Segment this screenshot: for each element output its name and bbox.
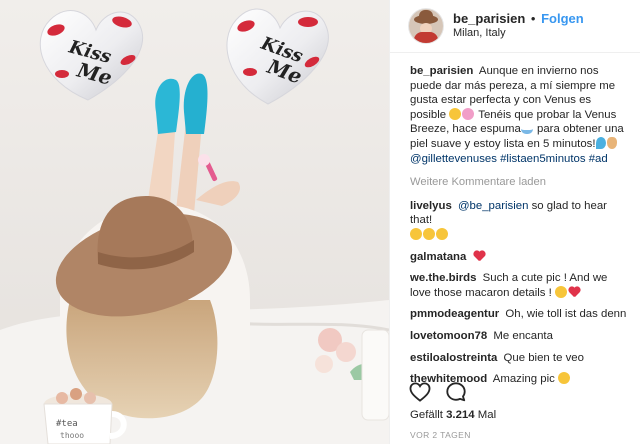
comment-item: galmatana — [410, 250, 630, 265]
caption-hashtags[interactable]: @gillettevenuses #listaen5minutos #ad — [410, 153, 608, 165]
header-username[interactable]: be_parisien — [453, 11, 525, 26]
post-header: be_parisien • Folgen Milan, Italy — [390, 0, 640, 53]
flower-emoji-icon — [462, 107, 475, 120]
avatar[interactable] — [409, 9, 443, 43]
water-drops-emoji-icon — [595, 136, 606, 149]
red-heart-emoji-icon — [568, 287, 581, 298]
comment-text: Oh, wie toll ist das denn — [505, 308, 627, 321]
wink-emoji-icon — [555, 285, 567, 298]
svg-text:#tea: #tea — [56, 419, 78, 429]
likes-count[interactable]: Gefällt 3.214 Mal — [410, 409, 496, 421]
comment-username[interactable]: livelyus — [410, 200, 452, 212]
heart-eyes-emoji-icon — [436, 227, 448, 240]
separator-dot: • — [530, 11, 536, 26]
comment-username[interactable]: we.the.birds — [410, 272, 476, 284]
comment-item: estiloalostreinta Que bien te veo — [410, 351, 630, 366]
comment-item: lovetomoon78 Me encanta — [410, 329, 630, 344]
comment-text: Amazing pic — [492, 373, 555, 386]
comment-item: livelyus @be_parisien so glad to hear th… — [410, 199, 630, 243]
comment-bubble-icon[interactable] — [445, 381, 467, 403]
post-timestamp: VOR 2 TAGEN — [410, 430, 471, 440]
heart-eyes-emoji-icon — [423, 227, 435, 240]
comments-list: be_parisien Aunque en invierno nos puede… — [410, 64, 630, 394]
location-link[interactable]: Milan, Italy — [453, 26, 584, 41]
comment-text: Que bien te veo — [503, 351, 584, 364]
post-photo-illustration: Kiss Me Kiss Me #tea thooo — [0, 0, 389, 444]
comment-text: Me encanta — [493, 329, 553, 342]
bathtub-emoji-icon — [520, 126, 533, 135]
post-actions — [409, 380, 467, 404]
caption-username[interactable]: be_parisien — [410, 65, 473, 77]
smile-emoji-icon — [557, 372, 570, 385]
heart-outline-icon[interactable] — [409, 382, 431, 402]
post-photo[interactable]: Kiss Me Kiss Me #tea thooo — [0, 0, 389, 444]
smile-emoji-icon — [449, 107, 462, 120]
ok-hand-emoji-icon — [606, 136, 617, 149]
red-heart-emoji-icon — [473, 251, 486, 262]
follow-button[interactable]: Folgen — [541, 11, 584, 26]
likes-number: 3.214 — [446, 409, 475, 421]
comment-username[interactable]: galmatana — [410, 251, 466, 263]
post-caption: be_parisien Aunque en invierno nos puede… — [410, 64, 630, 166]
load-more-comments-link[interactable]: Weitere Kommentare laden — [410, 175, 630, 190]
comment-username[interactable]: lovetomoon78 — [410, 330, 487, 342]
comment-item: pmmodeagentur Oh, wie toll ist das denn — [410, 307, 630, 322]
comment-username[interactable]: estiloalostreinta — [410, 352, 497, 364]
svg-text:thooo: thooo — [60, 431, 84, 440]
smile-emoji-icon — [410, 227, 422, 240]
comment-mention[interactable]: @be_parisien — [458, 200, 528, 212]
post-sidebar: be_parisien • Folgen Milan, Italy be_par… — [389, 0, 640, 444]
comment-item: we.the.birds Such a cute pic ! And we lo… — [410, 271, 630, 300]
comment-username[interactable]: pmmodeagentur — [410, 308, 499, 320]
